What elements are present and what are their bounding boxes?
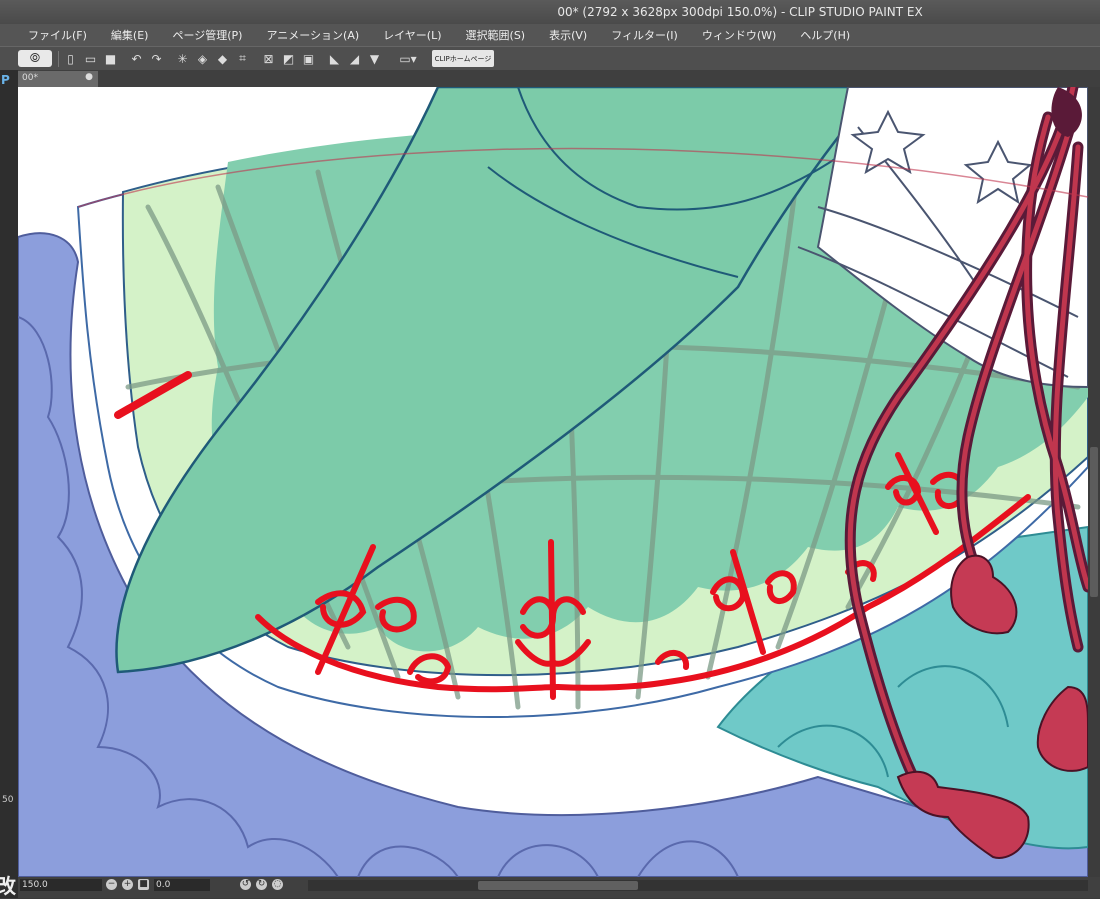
menu-filter[interactable]: フィルター(I) — [599, 27, 690, 43]
fit-view-icon[interactable]: ■ — [138, 879, 149, 890]
left-panel-strip: P 50 改 — [0, 70, 18, 898]
clear-icon[interactable]: ✳ — [174, 50, 191, 67]
save-icon[interactable]: ■ — [102, 50, 119, 67]
menu-layer[interactable]: レイヤー(L) — [371, 27, 453, 43]
command-bar: ⦾ ▯ ▭ ■ ↶ ↷ ✳ ◈ ◆ ⌗ ⊠ ◩ ▣ ◣ ◢ ▼ ▭▾ CLIPホ… — [0, 46, 1100, 72]
horizontal-scroll-thumb[interactable] — [478, 881, 638, 890]
new-file-icon[interactable]: ▯ — [62, 50, 79, 67]
redo-icon[interactable]: ↷ — [148, 50, 165, 67]
perspective-snap-icon[interactable]: ▼ — [366, 50, 383, 67]
ruler-snap-icon[interactable]: ◣ — [326, 50, 343, 67]
clip-studio-logo-icon[interactable]: ⦾ — [18, 50, 52, 67]
undo-icon[interactable]: ↶ — [128, 50, 145, 67]
zoom-field[interactable]: 150.0 — [20, 879, 102, 891]
toolbar-divider — [58, 51, 59, 67]
document-tab-bar: 00* ● — [18, 70, 1100, 87]
zoom-out-icon[interactable]: − — [106, 879, 117, 890]
left-strip-label: P — [1, 73, 10, 87]
menu-file[interactable]: ファイル(F) — [0, 27, 99, 43]
clip-homepage-button[interactable]: CLIPホームページ — [432, 50, 494, 67]
artwork — [18, 87, 1088, 877]
menu-edit[interactable]: 編集(E) — [99, 27, 161, 43]
reset-rotation-icon[interactable]: ◌ — [272, 879, 283, 890]
window-title: 00* (2792 x 3628px 300dpi 150.0%) - CLIP… — [557, 5, 923, 19]
status-bar: 150.0 − + ■ 0.0 ↺ ↻ ◌ — [18, 877, 1100, 898]
left-strip-value: 50 — [2, 795, 14, 805]
guide-snap-icon[interactable]: ◢ — [346, 50, 363, 67]
title-bar: 00* (2792 x 3628px 300dpi 150.0%) - CLIP… — [0, 0, 1100, 24]
deselect-icon[interactable]: ⊠ — [260, 50, 277, 67]
canvas-area[interactable] — [18, 87, 1088, 877]
rotation-field[interactable]: 0.0 — [154, 879, 210, 891]
vertical-scroll-thumb[interactable] — [1090, 447, 1098, 597]
open-folder-icon[interactable]: ▭ — [82, 50, 99, 67]
tab-document[interactable]: 00* ● — [18, 71, 98, 87]
tab-modified-dot[interactable]: ● — [85, 72, 93, 82]
select-all-icon[interactable]: ▣ — [300, 50, 317, 67]
rotate-left-icon[interactable]: ↺ — [240, 879, 251, 890]
left-strip-glyph: 改 — [0, 874, 16, 898]
menu-page[interactable]: ページ管理(P) — [160, 27, 254, 43]
tab-label: 00* — [22, 73, 38, 83]
zoom-in-icon[interactable]: + — [122, 879, 133, 890]
menu-selection[interactable]: 選択範囲(S) — [454, 27, 538, 43]
menu-window[interactable]: ウィンドウ(W) — [690, 27, 788, 43]
menu-bar: ファイル(F) 編集(E) ページ管理(P) アニメーション(A) レイヤー(L… — [0, 24, 1100, 46]
menu-view[interactable]: 表示(V) — [537, 27, 599, 43]
menu-animation[interactable]: アニメーション(A) — [254, 27, 371, 43]
rotate-right-icon[interactable]: ↻ — [256, 879, 267, 890]
stabilization-dropdown-icon[interactable]: ▭▾ — [394, 50, 422, 67]
transform-icon[interactable]: ◈ — [194, 50, 211, 67]
fill-icon[interactable]: ◆ — [214, 50, 231, 67]
invert-selection-icon[interactable]: ◩ — [280, 50, 297, 67]
menu-help[interactable]: ヘルプ(H) — [788, 27, 862, 43]
vertical-scrollbar[interactable] — [1088, 87, 1100, 877]
horizontal-scrollbar[interactable] — [308, 880, 1088, 891]
free-transform-icon[interactable]: ⌗ — [234, 50, 251, 67]
